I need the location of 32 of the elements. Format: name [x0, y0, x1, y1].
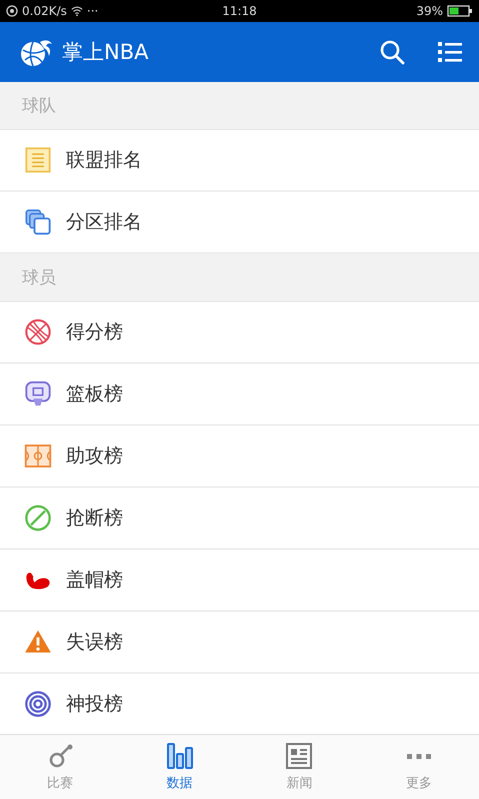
ban-icon [24, 504, 52, 532]
basketball-icon [24, 318, 52, 346]
target-icon [24, 690, 52, 718]
item-label: 失误榜 [66, 630, 123, 655]
wifi-icon [70, 5, 83, 17]
item-label: 助攻榜 [66, 444, 123, 469]
battery-icon [447, 5, 473, 17]
section-title: 球员 [22, 267, 56, 289]
network-speed: 0.02K/s [22, 4, 67, 18]
item-label: 抢断榜 [66, 506, 123, 531]
app-title: 掌上NBA [62, 39, 148, 66]
copy-icon [24, 208, 52, 236]
item-label: 分区排名 [66, 210, 142, 235]
signal-icon [6, 5, 18, 17]
item-label: 得分榜 [66, 320, 123, 345]
item-label: 神投榜 [66, 692, 123, 717]
menu-icon[interactable] [437, 39, 463, 65]
section-title: 球队 [22, 95, 56, 117]
battery-percent: 39% [416, 4, 443, 18]
court-icon [24, 442, 52, 470]
tab[interactable]: 数据 [120, 735, 240, 799]
backboard-icon [24, 380, 52, 408]
item-label: 篮板榜 [66, 382, 123, 407]
table-icon [24, 146, 52, 174]
bar-chart-icon [166, 742, 194, 770]
search-icon[interactable] [379, 39, 405, 65]
status-dots: ··· [86, 4, 98, 18]
newspaper-icon [285, 742, 314, 770]
clock: 11:18 [222, 4, 257, 18]
item-label: 联盟排名 [66, 148, 142, 173]
item-label: 盖帽榜 [66, 568, 123, 593]
more-icon [407, 754, 432, 758]
